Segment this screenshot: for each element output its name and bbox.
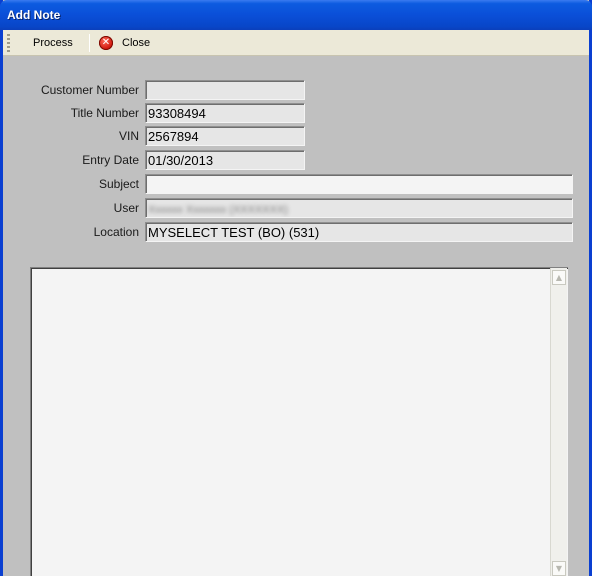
title-number-field: 93308494 xyxy=(145,103,305,123)
location-field: MYSELECT TEST (BO) (531) xyxy=(145,222,573,242)
vin-label: VIN xyxy=(118,129,139,143)
entry-date-field: 01/30/2013 xyxy=(145,150,305,170)
location-label: Location xyxy=(93,225,139,239)
scroll-up-icon[interactable]: ▲ xyxy=(552,270,566,285)
user-field: Xxxxxx Xxxxxxx (XXXXXXX) xyxy=(145,198,573,218)
user-label: User xyxy=(113,201,139,215)
close-label: Close xyxy=(122,37,151,49)
user-value: Xxxxxx Xxxxxxx (XXXXXXX) xyxy=(148,204,288,216)
process-button[interactable]: Process xyxy=(29,33,73,53)
title-bar[interactable]: Add Note xyxy=(0,0,592,30)
scroll-down-icon[interactable]: ▼ xyxy=(552,561,566,576)
customer-number-field xyxy=(145,80,305,100)
close-button[interactable]: ✕ Close xyxy=(99,33,150,53)
vin-field: 2567894 xyxy=(145,126,305,146)
window-title: Add Note xyxy=(7,8,61,22)
subject-label: Subject xyxy=(98,177,139,191)
toolbar-separator xyxy=(89,34,90,52)
close-icon: ✕ xyxy=(99,36,113,50)
add-note-window: Add Note Process ✕ Close Customer Number… xyxy=(0,0,592,576)
title-number-label: Title Number xyxy=(70,106,139,120)
toolbar-grip[interactable] xyxy=(7,34,10,52)
note-scrollbar[interactable]: ▲ ▼ xyxy=(550,268,567,576)
toolbar: Process ✕ Close xyxy=(3,30,589,56)
customer-number-label: Customer Number xyxy=(40,83,139,97)
entry-date-label: Entry Date xyxy=(82,153,139,167)
process-label: Process xyxy=(33,37,73,49)
note-body-textarea[interactable] xyxy=(30,267,568,576)
form-area: Customer Number Title Number 93308494 VI… xyxy=(3,57,589,576)
subject-input[interactable] xyxy=(145,174,573,194)
